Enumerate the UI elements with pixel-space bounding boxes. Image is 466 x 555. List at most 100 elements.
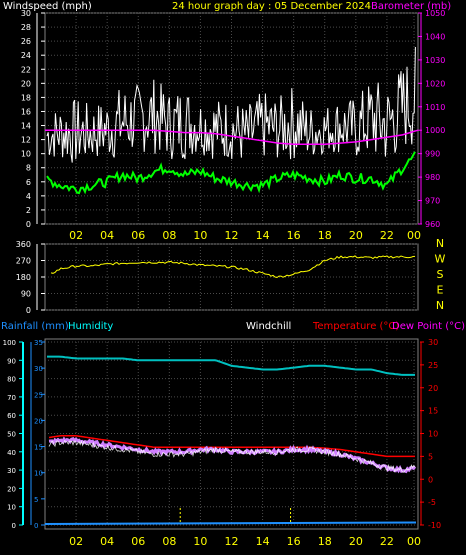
- rain-y-tick-label: 35: [34, 339, 43, 347]
- humidity-y-tick-label: 50: [7, 431, 16, 439]
- temp-x-tick-label: 16: [287, 535, 301, 548]
- baro-y-tick-label: 960: [425, 220, 440, 229]
- wind-x-tick-label: 20: [349, 229, 363, 242]
- wind-y-tick-label: 22: [21, 65, 31, 74]
- wind-y-tick-label: 16: [21, 107, 31, 116]
- dir-y-tick-label: 90: [21, 290, 31, 299]
- temperature-series-group: [44, 355, 417, 525]
- temp-y-tick-label: -10: [428, 521, 441, 530]
- wind-x-tick-label: 04: [100, 229, 114, 242]
- windchill-label: Windchill: [246, 321, 291, 332]
- graph-canvas: Windspeed (mph) 24 hour graph day : 05 D…: [1, 1, 465, 548]
- compass-label: E: [437, 284, 444, 297]
- temp-y-tick-label: 15: [428, 407, 438, 416]
- temp-y-tick-label: 10: [428, 430, 438, 439]
- baro-y-tick-label: 970: [425, 197, 440, 206]
- temp-x-tick-label: 02: [69, 535, 83, 548]
- wind-y-tick-label: 10: [21, 150, 31, 159]
- baro-y-tick-label: 1030: [425, 56, 445, 65]
- rain-y-tick-label: 30: [34, 365, 43, 373]
- temp-x-tick-label: 04: [100, 535, 114, 548]
- temp-y-tick-label: 0: [428, 475, 433, 484]
- rain-y-tick-label: 5: [34, 496, 38, 504]
- baro-y-tick-label: 1050: [425, 9, 445, 18]
- temp-x-tick-label: 00: [407, 535, 421, 548]
- wind-y-tick-label: 30: [21, 9, 31, 18]
- temp-x-tick-label: 22: [380, 535, 394, 548]
- wind-x-tick-label: 06: [131, 229, 145, 242]
- humidity-y-tick-label: 40: [7, 449, 16, 457]
- rain-y-tick-label: 25: [34, 391, 43, 399]
- rainfall-line: [44, 521, 417, 525]
- temp-x-tick-label: 10: [193, 535, 207, 548]
- compass-label: N: [436, 237, 444, 250]
- wind-x-tick-label: 12: [225, 229, 239, 242]
- temp-x-tick-label: 20: [349, 535, 363, 548]
- temp-x-tick-label: 18: [318, 535, 332, 548]
- temp-y-tick-label: 5: [428, 452, 433, 461]
- wind-x-tick-label: 18: [318, 229, 332, 242]
- humidity-y-tick-label: 80: [7, 376, 16, 384]
- wind-x-tick-label: 08: [162, 229, 176, 242]
- direction-axes: 090180270360 NWSEN: [16, 237, 446, 315]
- humidity-y-tick-label: 0: [12, 522, 16, 530]
- chart-title: 24 hour graph day : 05 December 2024: [172, 1, 371, 12]
- weather-graph: Windspeed (mph) 24 hour graph day : 05 D…: [0, 0, 466, 555]
- compass-label: W: [435, 253, 446, 266]
- wind-y-tick-label: 14: [21, 122, 31, 131]
- wind-y-tick-label: 24: [21, 51, 31, 60]
- humidity-y-tick-label: 30: [7, 467, 16, 475]
- dewpoint-line: [48, 436, 417, 474]
- temp-y-tick-label: -5: [428, 498, 436, 507]
- temp-x-tick-label: 12: [225, 535, 239, 548]
- dir-y-tick-label: 0: [26, 306, 31, 315]
- humidity-y-tick-label: 90: [7, 357, 16, 365]
- temp-x-tick-label: 14: [256, 535, 270, 548]
- rain-y-tick-label: 0: [34, 522, 38, 530]
- wind-y-tick-label: 18: [21, 93, 31, 102]
- dir-y-tick-label: 360: [16, 240, 31, 249]
- temp-y-tick-label: 25: [428, 361, 438, 370]
- rainfall-axis-title: Rainfall (mm): [1, 321, 69, 332]
- baro-y-tick-label: 1020: [425, 79, 445, 88]
- wind-y-tick-label: 20: [21, 79, 31, 88]
- dewpoint-axis-title: Dew Point (°C): [392, 321, 465, 332]
- dir-y-tick-label: 180: [16, 273, 31, 282]
- wind-y-tick-label: 6: [26, 178, 31, 187]
- wind-x-tick-label: 00: [407, 229, 421, 242]
- temperature-axis-title: Temperature (°C): [312, 321, 399, 332]
- baro-y-tick-label: 1000: [425, 126, 445, 135]
- temp-x-tick-label: 06: [131, 535, 145, 548]
- humidity-y-tick-label: 10: [7, 504, 16, 512]
- wind-y-tick-label: 2: [26, 206, 31, 215]
- wind-x-tick-label: 10: [193, 229, 207, 242]
- baro-y-tick-label: 1010: [425, 103, 445, 112]
- compass-label: N: [436, 299, 444, 312]
- temp-x-tick-label: 08: [162, 535, 176, 548]
- wind-y-tick-label: 26: [21, 37, 31, 46]
- wind-y-tick-label: 0: [26, 220, 31, 229]
- wind-y-tick-label: 4: [26, 192, 31, 201]
- rain-y-tick-label: 20: [34, 417, 43, 425]
- humidity-y-tick-label: 70: [7, 394, 16, 402]
- wind-y-tick-label: 8: [26, 164, 31, 173]
- direction-grid: [45, 243, 418, 311]
- temp-y-tick-label: 30: [428, 338, 438, 347]
- dir-y-tick-label: 270: [16, 257, 31, 266]
- wind-x-tick-label: 16: [287, 229, 301, 242]
- humidity-y-tick-label: 60: [7, 412, 16, 420]
- humidity-axis-title: Humidity: [68, 321, 113, 332]
- baro-y-tick-label: 980: [425, 173, 440, 182]
- rain-y-tick-label: 15: [34, 444, 43, 452]
- wind-y-tick-label: 28: [21, 23, 31, 32]
- direction-series-group: [50, 255, 416, 279]
- humidity-y-tick-label: 20: [7, 485, 16, 493]
- wind-y-tick-label: 12: [21, 136, 31, 145]
- temp-y-tick-label: 20: [428, 384, 438, 393]
- compass-label: S: [437, 268, 444, 281]
- wind-x-tick-label: 02: [69, 229, 83, 242]
- baro-y-tick-label: 990: [425, 150, 440, 159]
- wind-direction-line: [50, 255, 416, 279]
- rain-y-tick-label: 10: [34, 470, 43, 478]
- humidity-y-tick-label: 100: [3, 339, 16, 347]
